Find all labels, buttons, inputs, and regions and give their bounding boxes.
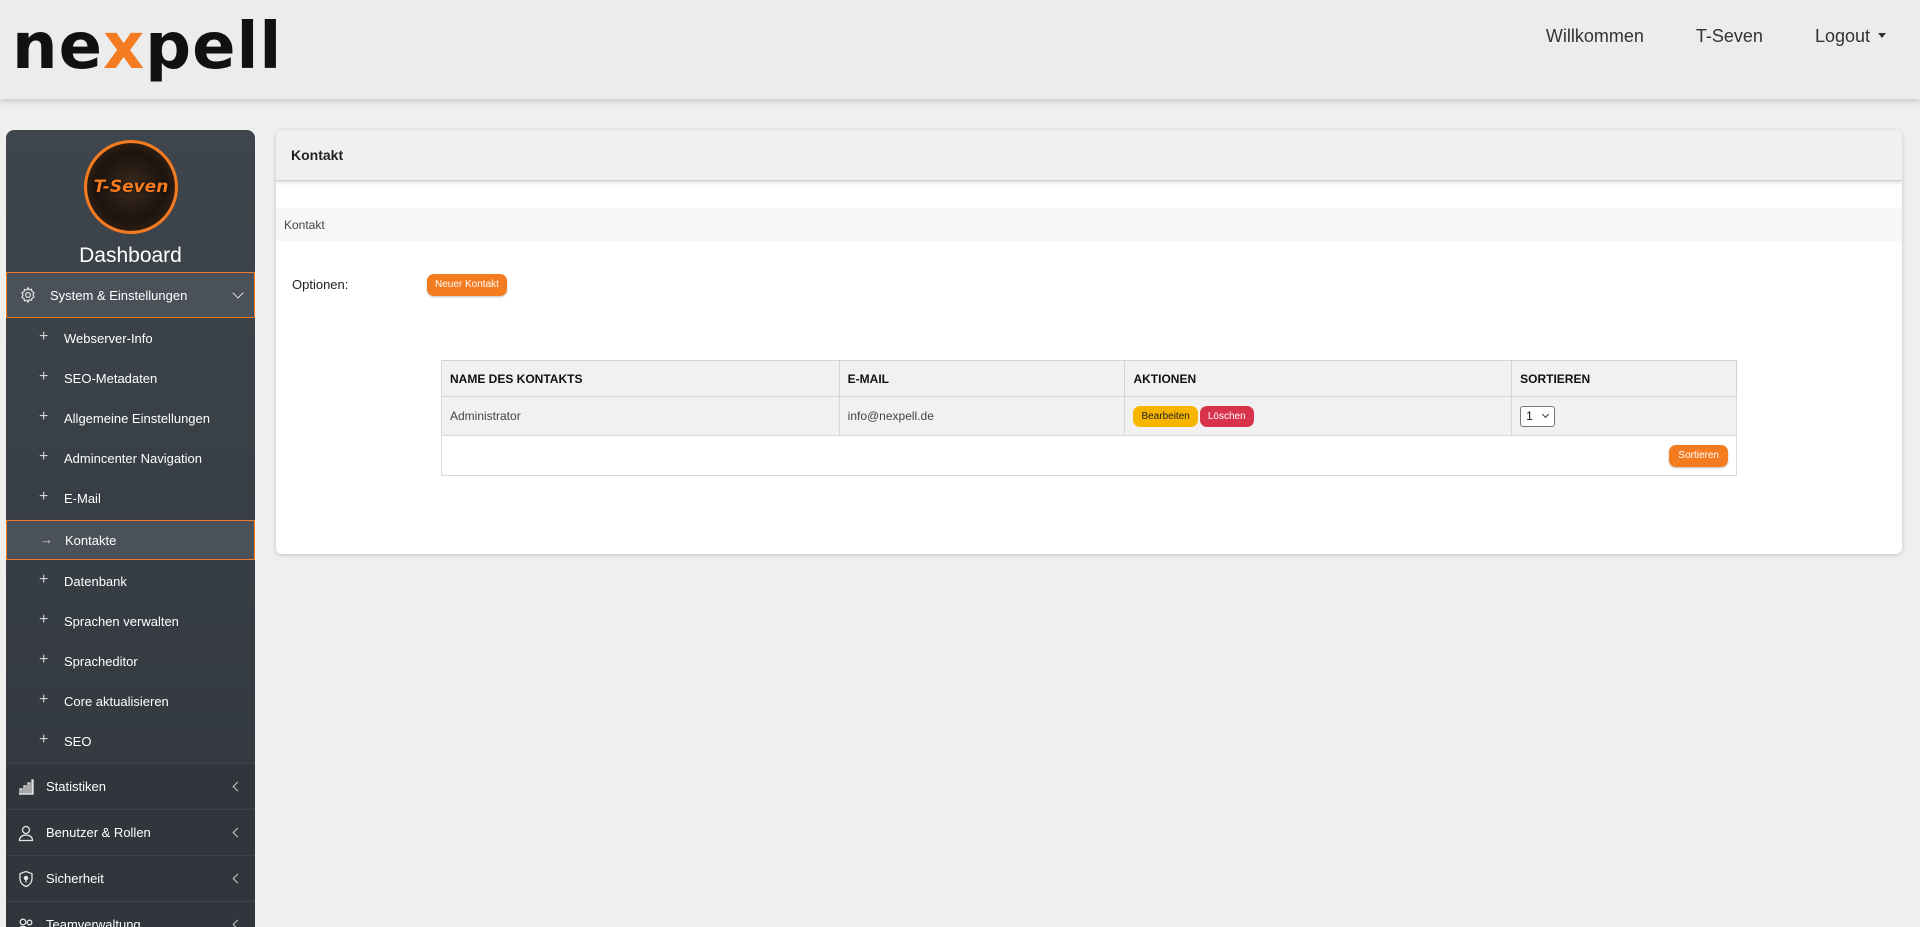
nav-logout-dropdown[interactable]: Logout [1815,24,1886,48]
plus-icon: + [39,611,49,628]
sidebar-group-system[interactable]: System & Einstellungen [6,272,255,318]
sidebar-item-label: Webserver-Info [64,330,153,346]
sort-order-value: 1 [1526,408,1533,423]
team-icon [19,918,33,927]
sidebar-item-sicherheit[interactable]: Sicherheit [6,855,255,900]
chevron-down-icon [232,287,244,299]
sidebar-item-teamverwaltung[interactable]: Teamverwaltung [6,901,255,927]
sidebar-item-label: Core aktualisieren [64,693,169,709]
sidebar-item-benutzer-rollen[interactable]: Benutzer & Rollen [6,809,255,854]
breadcrumb-item[interactable]: Kontakt [284,218,325,232]
column-header-email: E-MAIL [838,360,1126,397]
contact-sort: 1 [1511,396,1737,436]
column-header-sort: SORTIEREN [1511,360,1737,397]
nav-user-link[interactable]: T-Seven [1696,24,1763,48]
top-header: nexpell Willkommen T-Seven Logout [0,0,1920,99]
chevron-left-icon [232,827,243,838]
sidebar-item-admincenter-navigation[interactable]: + Admincenter Navigation [6,438,255,478]
plus-icon: + [39,448,49,465]
plus-icon: + [39,328,49,345]
nav-welcome-link[interactable]: Willkommen [1546,24,1644,48]
sidebar-group-label: System & Einstellungen [50,287,188,303]
nexpell-logo[interactable]: nexpell [12,14,282,80]
sidebar-item-datenbank[interactable]: + Datenbank [6,561,255,601]
table-footer-row: Sortieren [441,435,1737,476]
sidebar-item-allgemeine-einstellungen[interactable]: + Allgemeine Einstellungen [6,398,255,438]
sidebar-item-e-mail[interactable]: + E-Mail [6,478,255,518]
chevron-left-icon [232,781,243,792]
arrow-right-icon: → [40,532,53,547]
sidebar-item-label: Teamverwaltung [46,916,141,927]
top-nav: Willkommen T-Seven Logout [1494,24,1886,48]
sidebar-item-label: Kontakte [65,532,117,548]
plus-icon: + [39,408,49,425]
column-header-actions: AKTIONEN [1124,360,1513,397]
sidebar-item-core-aktualisieren[interactable]: + Core aktualisieren [6,681,255,721]
content-card: Kontakt Kontakt Optionen: Neuer Kontakt … [276,130,1902,554]
sidebar-item-label: Admincenter Navigation [64,450,203,466]
plus-icon: + [39,731,49,748]
avatar: T-Seven [84,140,178,234]
bar-chart-icon [19,779,34,795]
sidebar-item-label: Sicherheit [46,870,104,886]
sidebar-title[interactable]: Dashboard [6,244,255,268]
sidebar-item-statistiken[interactable]: Statistiken [6,763,255,808]
table-footer-cell: Sortieren [441,435,1737,476]
card-title: Kontakt [276,130,1902,181]
sidebar-item-sprachen-verwalten[interactable]: + Sprachen verwalten [6,601,255,641]
chevron-left-icon [232,873,243,884]
sidebar-item-label: Statistiken [46,778,106,794]
delete-button[interactable]: Löschen [1199,405,1254,427]
sidebar-item-spracheditor[interactable]: + Spracheditor [6,641,255,681]
gear-icon [21,286,35,304]
chevron-left-icon [232,919,243,927]
sidebar-item-seo[interactable]: + SEO [6,721,255,761]
breadcrumb: Kontakt [276,208,1902,241]
column-header-name: NAME DES KONTAKTS [441,360,840,397]
table-header-row: NAME DES KONTAKTS E-MAIL AKTIONEN SORTIE… [441,360,1737,397]
sort-button[interactable]: Sortieren [1669,444,1728,467]
contacts-table: NAME DES KONTAKTS E-MAIL AKTIONEN SORTIE… [441,360,1737,476]
edit-button[interactable]: Bearbeiten [1133,405,1198,427]
caret-down-icon [1878,33,1886,38]
user-icon [18,825,34,842]
sidebar: T-Seven Dashboard System & Einstellungen… [6,130,255,927]
sidebar-item-label: SEO-Metadaten [64,370,158,386]
options-label: Optionen: [292,277,349,292]
sidebar-item-seo-metadaten[interactable]: + SEO-Metadaten [6,358,255,398]
sort-order-select[interactable]: 1 [1520,405,1556,427]
avatar-text: T-Seven [93,177,169,197]
contact-email: info@nexpell.de [838,396,1126,436]
new-contact-button[interactable]: Neuer Kontakt [427,274,507,296]
shield-icon [19,870,33,888]
sidebar-item-label: SEO [64,733,92,749]
plus-icon: + [39,488,49,505]
sidebar-item-label: Allgemeine Einstellungen [64,410,210,426]
plus-icon: + [39,368,49,385]
sidebar-item-label: E-Mail [64,490,101,506]
logout-label: Logout [1814,26,1870,46]
plus-icon: + [39,651,49,668]
sidebar-item-webserver-info[interactable]: + Webserver-Info [6,318,255,358]
sidebar-item-label: Sprachen verwalten [64,613,179,629]
chevron-down-icon [1542,410,1550,418]
plus-icon: + [39,571,49,588]
contact-name: Administrator [441,396,840,436]
sidebar-item-label: Datenbank [64,573,127,589]
table-row: Administrator info@nexpell.de Bearbeiten… [441,396,1737,436]
contact-actions: Bearbeiten Löschen [1124,396,1513,436]
sidebar-item-label: Spracheditor [64,653,138,669]
sidebar-item-kontakte[interactable]: → Kontakte [6,520,255,560]
sidebar-item-label: Benutzer & Rollen [46,824,151,840]
plus-icon: + [39,691,49,708]
